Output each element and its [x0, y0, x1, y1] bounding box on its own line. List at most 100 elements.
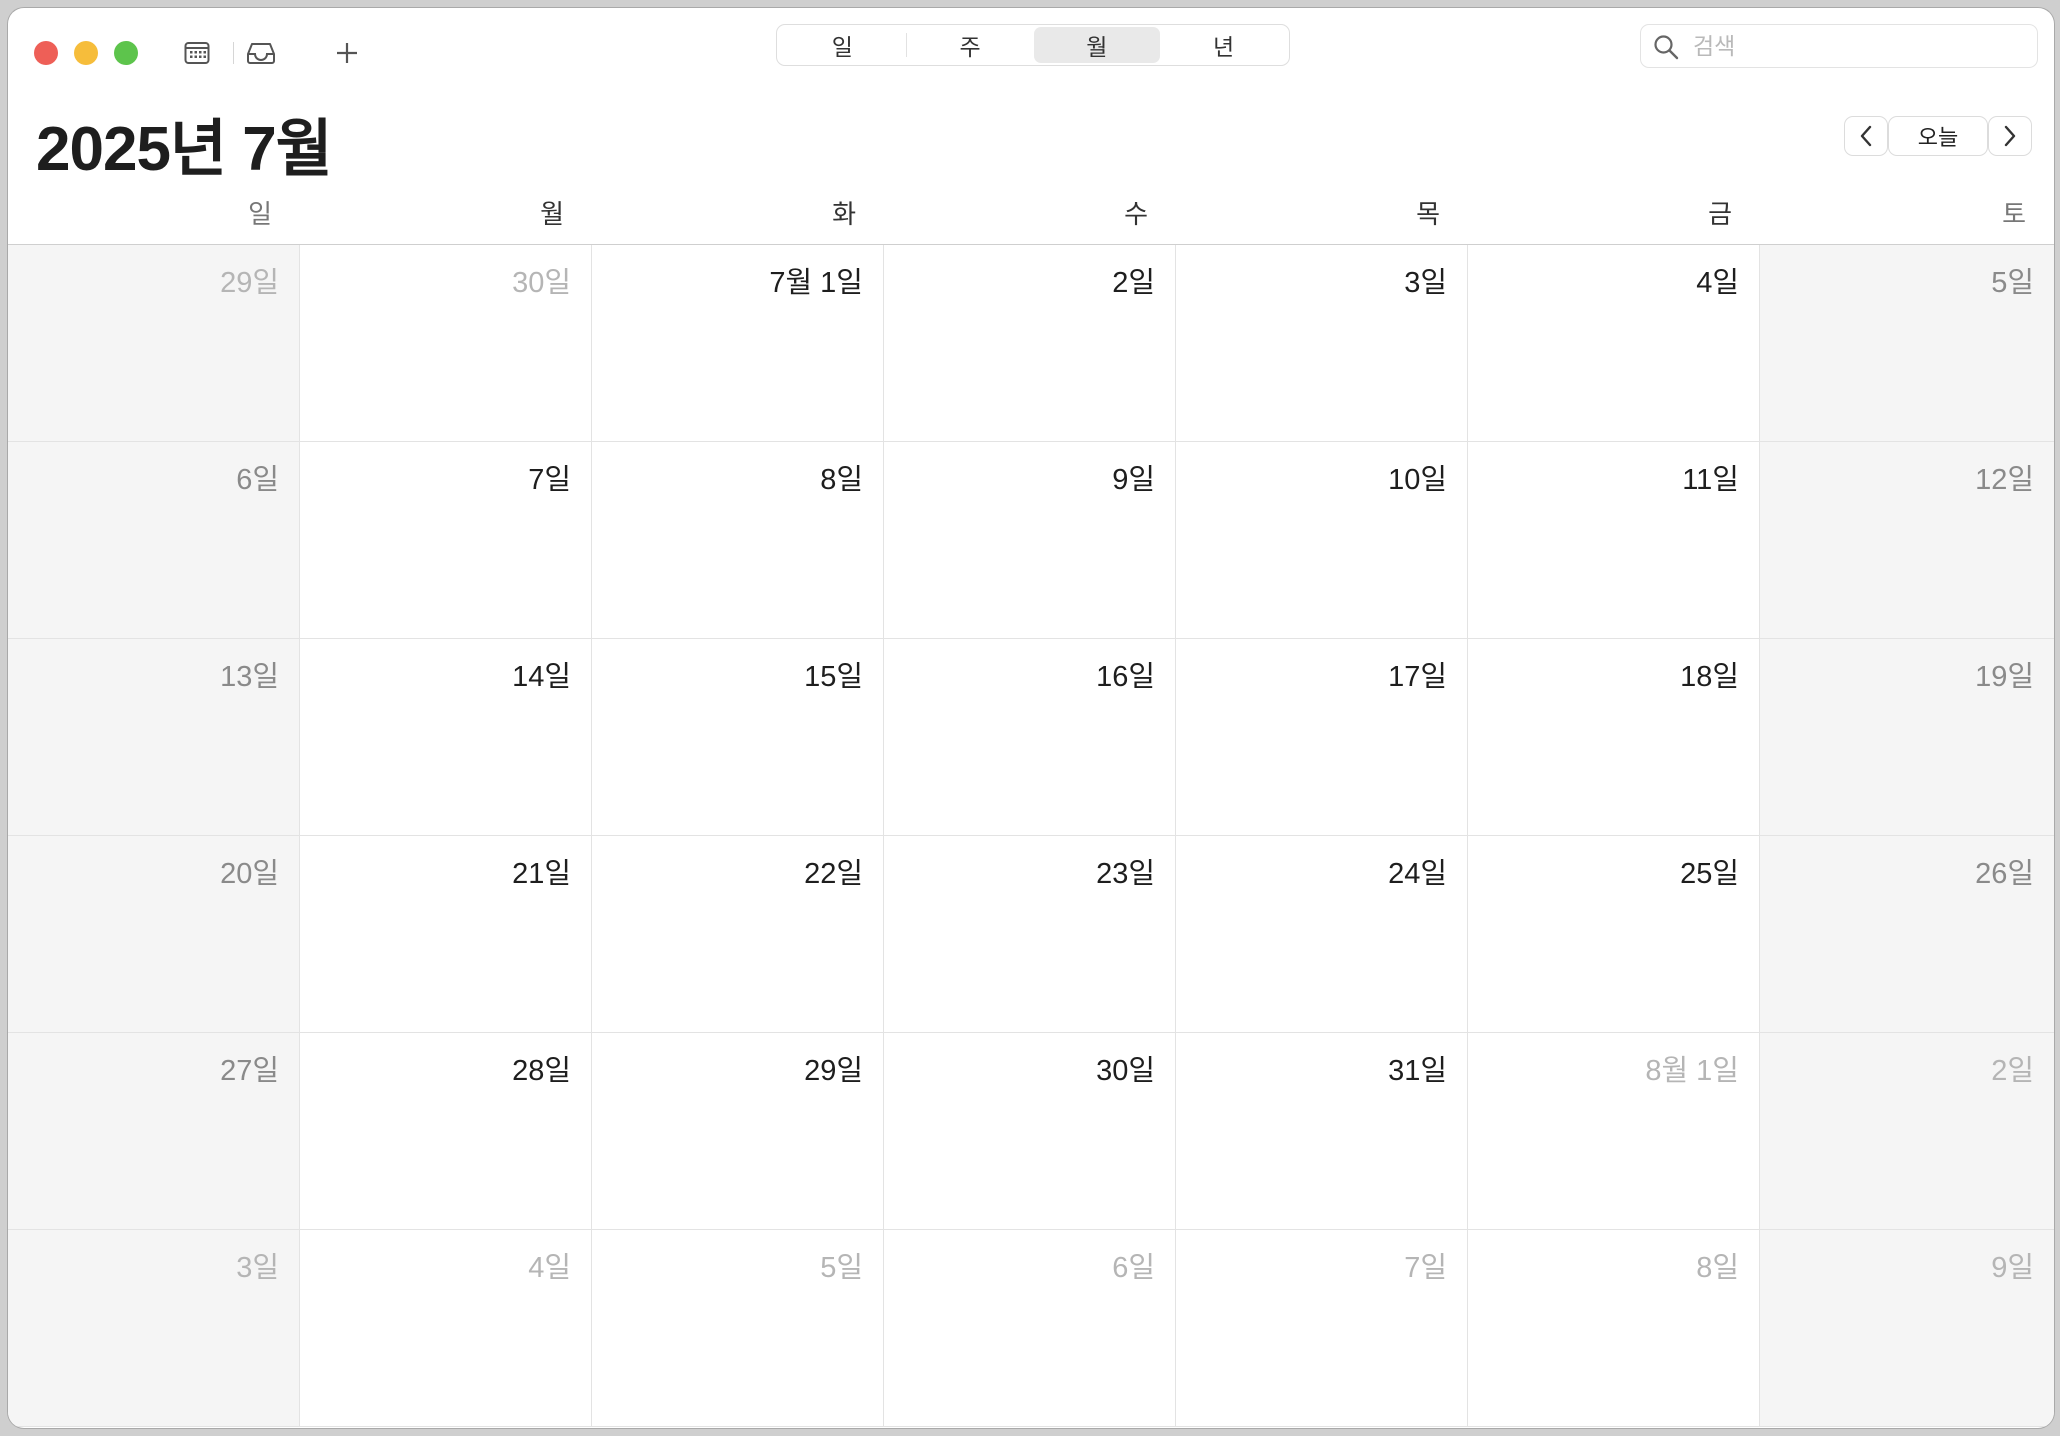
day-number: 7일 — [1404, 1252, 1447, 1284]
day-cell[interactable]: 7일 — [300, 442, 592, 639]
day-number: 23일 — [1096, 858, 1155, 890]
day-number: 7일 — [528, 464, 571, 496]
day-number: 15일 — [804, 661, 863, 693]
chevron-right-icon — [2004, 125, 2016, 147]
weekday-label: 수 — [1124, 200, 1148, 230]
day-cell[interactable]: 26일 — [1760, 836, 2054, 1033]
day-cell[interactable]: 6일 — [8, 442, 300, 639]
day-number: 26일 — [1975, 858, 2034, 890]
day-number: 27일 — [220, 1055, 279, 1087]
day-cell[interactable]: 24일 — [1176, 836, 1468, 1033]
day-cell[interactable]: 29일 — [8, 245, 300, 442]
day-number: 2일 — [1991, 1055, 2034, 1087]
day-cell[interactable]: 5일 — [592, 1230, 884, 1427]
day-number: 21일 — [512, 858, 571, 890]
add-event-button[interactable] — [330, 36, 364, 70]
day-cell[interactable]: 7일 — [1176, 1230, 1468, 1427]
day-cell[interactable]: 15일 — [592, 639, 884, 836]
zoom-window-button[interactable] — [114, 41, 138, 65]
weekday-label: 금 — [1708, 200, 1732, 230]
day-cell[interactable]: 23일 — [884, 836, 1176, 1033]
tab-day[interactable]: 일 — [779, 27, 906, 63]
day-number: 16일 — [1096, 661, 1155, 693]
day-cell[interactable]: 8일 — [1468, 1230, 1760, 1427]
day-number: 10일 — [1388, 464, 1447, 496]
day-cell[interactable]: 10일 — [1176, 442, 1468, 639]
day-cell[interactable]: 19일 — [1760, 639, 2054, 836]
day-cell[interactable]: 8일 — [592, 442, 884, 639]
day-cell[interactable]: 8월 1일 — [1468, 1033, 1760, 1230]
day-cell[interactable]: 6일 — [884, 1230, 1176, 1427]
day-number: 29일 — [220, 267, 279, 299]
day-cell[interactable]: 3일 — [1176, 245, 1468, 442]
day-cell[interactable]: 9일 — [884, 442, 1176, 639]
day-number: 3일 — [1404, 267, 1447, 299]
day-number: 7월 1일 — [769, 267, 863, 299]
previous-month-button[interactable] — [1844, 116, 1888, 156]
calendar-window: 일 주 월 년 2025년 7월 오늘 일월화수목금토 29일30일7월 1일2… — [8, 8, 2054, 1428]
day-cell[interactable]: 2일 — [1760, 1033, 2054, 1230]
day-number: 2일 — [1112, 267, 1155, 299]
day-cell[interactable]: 25일 — [1468, 836, 1760, 1033]
day-cell[interactable]: 5일 — [1760, 245, 2054, 442]
day-number: 24일 — [1388, 858, 1447, 890]
day-cell[interactable]: 16일 — [884, 639, 1176, 836]
day-cell[interactable]: 4일 — [300, 1230, 592, 1427]
weekday-label: 일 — [248, 200, 272, 230]
day-cell[interactable]: 28일 — [300, 1033, 592, 1230]
day-number: 14일 — [512, 661, 571, 693]
day-cell[interactable]: 21일 — [300, 836, 592, 1033]
day-cell[interactable]: 14일 — [300, 639, 592, 836]
day-number: 8일 — [820, 464, 863, 496]
weekday-header-row: 일월화수목금토 — [8, 194, 2054, 244]
day-cell[interactable]: 12일 — [1760, 442, 2054, 639]
next-month-button[interactable] — [1988, 116, 2032, 156]
day-cell[interactable]: 9일 — [1760, 1230, 2054, 1427]
day-number: 4일 — [1696, 267, 1739, 299]
weekday-label: 토 — [2002, 200, 2026, 230]
toolbar-separator — [233, 42, 234, 64]
day-number: 9일 — [1112, 464, 1155, 496]
calendars-list-button[interactable] — [180, 36, 214, 70]
search-field[interactable] — [1640, 24, 2038, 68]
day-number: 8일 — [1696, 1252, 1739, 1284]
day-cell[interactable]: 4일 — [1468, 245, 1760, 442]
day-number: 9일 — [1991, 1252, 2034, 1284]
day-cell[interactable]: 11일 — [1468, 442, 1760, 639]
minimize-window-button[interactable] — [74, 41, 98, 65]
day-cell[interactable]: 3일 — [8, 1230, 300, 1427]
day-number: 5일 — [1991, 267, 2034, 299]
close-window-button[interactable] — [34, 41, 58, 65]
weekday-label: 화 — [832, 200, 856, 230]
tab-week[interactable]: 주 — [907, 27, 1034, 63]
day-number: 31일 — [1388, 1055, 1447, 1087]
day-cell[interactable]: 27일 — [8, 1033, 300, 1230]
day-cell[interactable]: 30일 — [884, 1033, 1176, 1230]
day-number: 30일 — [1096, 1055, 1155, 1087]
day-cell[interactable]: 31일 — [1176, 1033, 1468, 1230]
day-number: 13일 — [220, 661, 279, 693]
day-cell[interactable]: 17일 — [1176, 639, 1468, 836]
tab-month[interactable]: 월 — [1033, 27, 1161, 63]
day-number: 30일 — [512, 267, 571, 299]
day-cell[interactable]: 30일 — [300, 245, 592, 442]
day-cell[interactable]: 29일 — [592, 1033, 884, 1230]
today-button[interactable]: 오늘 — [1888, 116, 1988, 156]
day-cell[interactable]: 22일 — [592, 836, 884, 1033]
month-grid: 29일 30일 7월 1일 2일 3일 4일 5일 6일 7일 8일 9일 10일 11일 12일 13일 1… — [8, 244, 2054, 1428]
day-cell[interactable]: 13일 — [8, 639, 300, 836]
inbox-button[interactable] — [244, 36, 278, 70]
day-number: 22일 — [804, 858, 863, 890]
day-cell[interactable]: 2일 — [884, 245, 1176, 442]
day-cell[interactable]: 18일 — [1468, 639, 1760, 836]
weekday-label: 목 — [1416, 200, 1440, 230]
search-input[interactable] — [1691, 31, 2025, 63]
day-number: 11일 — [1682, 464, 1739, 496]
day-number: 28일 — [512, 1055, 571, 1087]
tab-year[interactable]: 년 — [1160, 27, 1287, 63]
day-number: 29일 — [804, 1055, 863, 1087]
day-cell[interactable]: 7월 1일 — [592, 245, 884, 442]
day-number: 18일 — [1680, 661, 1739, 693]
day-cell[interactable]: 20일 — [8, 836, 300, 1033]
day-number: 6일 — [1112, 1252, 1155, 1284]
